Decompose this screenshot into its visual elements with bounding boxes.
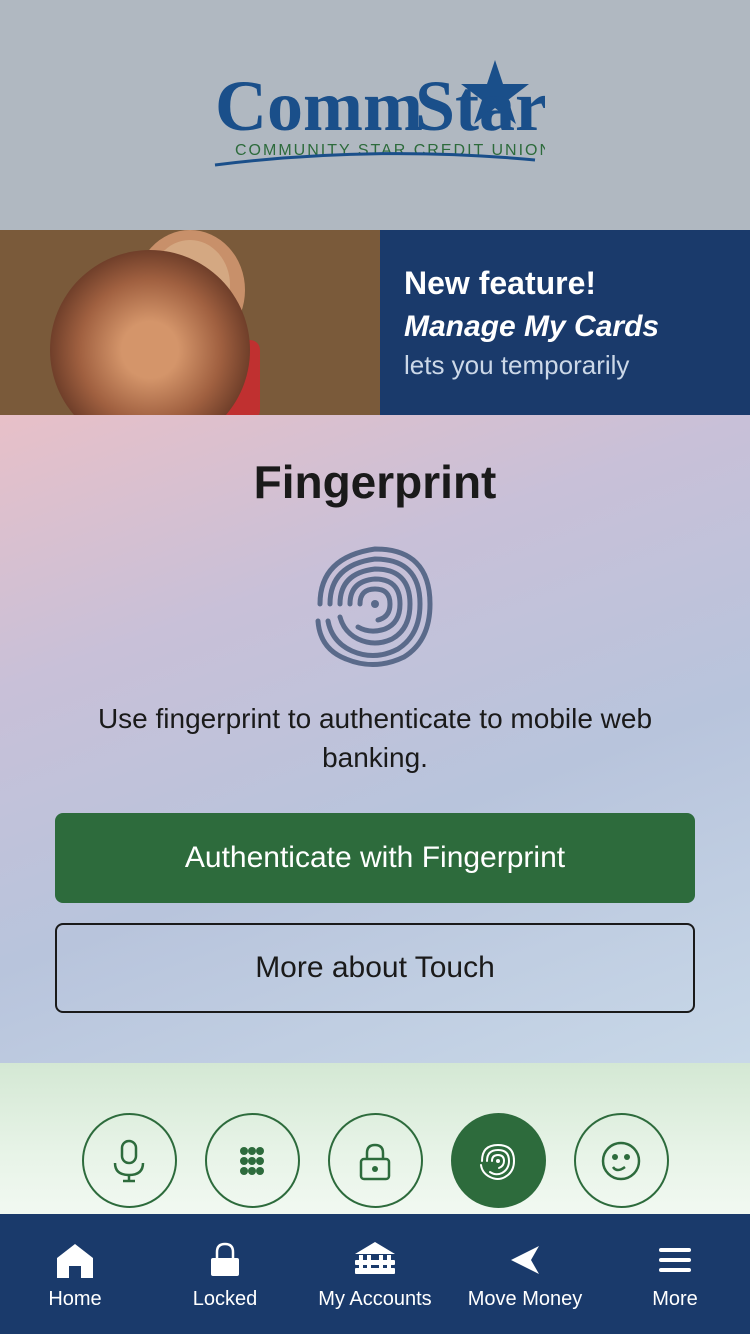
move-money-icon [503, 1238, 547, 1282]
nav-move-money-label: Move Money [468, 1288, 583, 1311]
commstar-logo: Comm Star COMMUNITY STAR CREDIT UNION [205, 50, 545, 180]
header-logo-area: Comm Star COMMUNITY STAR CREDIT UNION [0, 0, 750, 230]
banner-new-feature-label: New feature! [404, 265, 726, 302]
banner-manage-desc: lets you temporarily [404, 350, 726, 381]
more-icon [653, 1238, 697, 1282]
lock-auth-button[interactable] [328, 1113, 423, 1208]
svg-text:Star: Star [415, 66, 545, 146]
nav-more[interactable]: More [600, 1214, 750, 1334]
nav-more-label: More [652, 1288, 698, 1311]
logo-svg: Comm Star COMMUNITY STAR CREDIT UNION [205, 50, 545, 180]
fingerprint-icon [310, 539, 440, 669]
keypad-auth-button[interactable] [205, 1113, 300, 1208]
banner-manage-cards-label: Manage My Cards [404, 310, 726, 344]
home-icon [53, 1238, 97, 1282]
banner-section: New feature! Manage My Cards lets you te… [0, 230, 750, 415]
authenticate-fingerprint-button[interactable]: Authenticate with Fingerprint [55, 813, 695, 903]
bottom-navigation: Home Locked My Accounts Move Money [0, 1214, 750, 1334]
banner-photo [0, 230, 380, 415]
face-auth-button[interactable] [574, 1113, 669, 1208]
microphone-auth-button[interactable] [82, 1113, 177, 1208]
face-icon [597, 1137, 645, 1185]
banner-person-illustration [0, 230, 380, 415]
svg-text:Comm: Comm [215, 66, 423, 146]
fingerprint-auth-button[interactable] [451, 1113, 546, 1208]
nav-my-accounts-label: My Accounts [318, 1288, 431, 1311]
nav-locked-label: Locked [193, 1288, 258, 1311]
more-about-touch-button[interactable]: More about Touch [55, 923, 695, 1013]
fingerprint-title: Fingerprint [254, 455, 497, 509]
locked-icon [203, 1238, 247, 1282]
fingerprint-description: Use fingerprint to authenticate to mobil… [85, 699, 665, 777]
nav-locked[interactable]: Locked [150, 1214, 300, 1334]
nav-move-money[interactable]: Move Money [450, 1214, 600, 1334]
auth-icons-row [82, 1113, 669, 1208]
nav-home-label: Home [48, 1288, 101, 1311]
lock-icon [351, 1137, 399, 1185]
banner-text: New feature! Manage My Cards lets you te… [380, 230, 750, 415]
microphone-icon [105, 1137, 153, 1185]
nav-my-accounts[interactable]: My Accounts [300, 1214, 450, 1334]
fingerprint-active-icon [474, 1137, 522, 1185]
nav-home[interactable]: Home [0, 1214, 150, 1334]
keypad-icon [228, 1137, 276, 1185]
accounts-icon [353, 1238, 397, 1282]
fingerprint-section: Fingerprint Use fingerprint to authentic… [0, 415, 750, 1063]
